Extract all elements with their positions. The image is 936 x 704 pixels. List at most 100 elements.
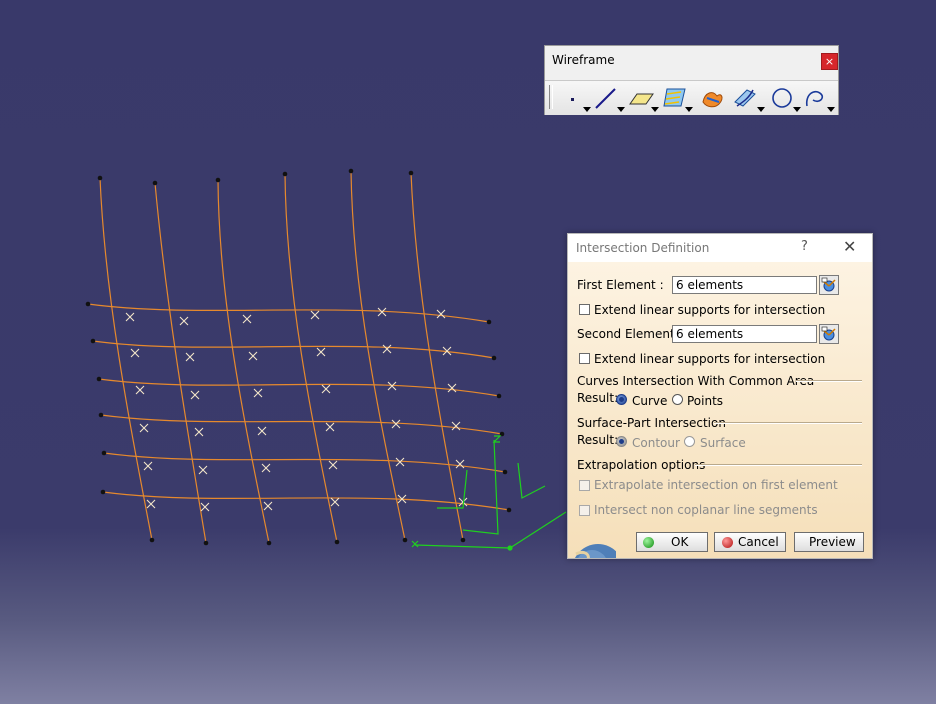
h-curve[interactable] bbox=[92, 340, 495, 359]
close-button[interactable]: ✕ bbox=[843, 237, 856, 256]
intersection-point-mark[interactable] bbox=[242, 314, 252, 324]
intersection-point-mark[interactable] bbox=[143, 461, 153, 471]
chevron-down-icon[interactable] bbox=[827, 107, 835, 112]
intersection-point-mark[interactable] bbox=[253, 388, 263, 398]
intersection-point-mark[interactable] bbox=[125, 312, 135, 322]
intersection-point-mark[interactable] bbox=[139, 423, 149, 433]
intersection-point-mark[interactable] bbox=[200, 502, 210, 512]
toolbar-close-button[interactable]: × bbox=[821, 53, 838, 70]
intersection-point-mark[interactable] bbox=[263, 501, 273, 511]
intersection-point-mark[interactable] bbox=[130, 348, 140, 358]
points-radio[interactable] bbox=[672, 394, 683, 405]
chevron-down-icon[interactable] bbox=[793, 107, 801, 112]
curve-endpoint[interactable] bbox=[506, 507, 512, 513]
intersection-point-mark[interactable] bbox=[321, 384, 331, 394]
curve-endpoint[interactable] bbox=[348, 168, 354, 174]
preview-button[interactable]: Preview bbox=[794, 532, 864, 552]
intersection-point-mark[interactable] bbox=[447, 383, 457, 393]
curve-endpoint[interactable] bbox=[149, 537, 155, 543]
intersection-point-mark[interactable] bbox=[190, 390, 200, 400]
curve-endpoint[interactable] bbox=[408, 170, 414, 176]
curve-radio[interactable] bbox=[616, 394, 627, 405]
h-curve[interactable] bbox=[103, 452, 506, 473]
curve-endpoint[interactable] bbox=[85, 301, 91, 307]
intersection-point-mark[interactable] bbox=[395, 457, 405, 467]
first-element-selector-button[interactable] bbox=[819, 275, 839, 295]
intersection-point-mark[interactable] bbox=[257, 426, 267, 436]
curve-endpoint[interactable] bbox=[496, 393, 502, 399]
intersection-point-mark[interactable] bbox=[261, 463, 271, 473]
curve-endpoint[interactable] bbox=[460, 537, 466, 543]
extend-second-checkbox[interactable] bbox=[579, 353, 590, 364]
circle-button[interactable] bbox=[767, 84, 801, 112]
curve-endpoint[interactable] bbox=[97, 175, 103, 181]
curve-endpoint[interactable] bbox=[491, 355, 497, 361]
intersection-point-mark[interactable] bbox=[328, 460, 338, 470]
intersection-point-mark[interactable] bbox=[455, 459, 465, 469]
intersection-point-mark[interactable] bbox=[310, 310, 320, 320]
toolbar-grip[interactable] bbox=[549, 85, 553, 109]
intersection-point-mark[interactable] bbox=[377, 307, 387, 317]
line-button[interactable] bbox=[591, 84, 625, 112]
curve-endpoint[interactable] bbox=[152, 180, 158, 186]
curve-endpoint[interactable] bbox=[100, 489, 106, 495]
curve-endpoint[interactable] bbox=[282, 171, 288, 177]
v-curve[interactable] bbox=[284, 173, 338, 543]
intersection-point-mark[interactable] bbox=[382, 344, 392, 354]
curve-endpoint[interactable] bbox=[203, 540, 209, 546]
extrapolate-checkbox[interactable] bbox=[579, 480, 590, 491]
curve-endpoint[interactable] bbox=[266, 540, 272, 546]
v-curve[interactable] bbox=[99, 177, 153, 541]
chevron-down-icon[interactable] bbox=[617, 107, 625, 112]
intersection-point-mark[interactable] bbox=[330, 497, 340, 507]
intersection-point-mark[interactable] bbox=[391, 419, 401, 429]
intersection-point-mark[interactable] bbox=[451, 421, 461, 431]
spline-button[interactable] bbox=[801, 84, 835, 112]
curve-endpoint[interactable] bbox=[101, 450, 107, 456]
projection-button[interactable] bbox=[659, 84, 693, 112]
h-curve[interactable] bbox=[102, 491, 510, 511]
second-element-field[interactable]: 6 elements bbox=[672, 325, 817, 343]
offset-curve-button[interactable] bbox=[731, 84, 765, 112]
v-curve[interactable] bbox=[350, 170, 406, 541]
curve-endpoint[interactable] bbox=[502, 469, 508, 475]
surface-radio[interactable] bbox=[684, 436, 695, 447]
cancel-button[interactable]: Cancel bbox=[714, 532, 786, 552]
v-curve[interactable] bbox=[217, 179, 270, 544]
intersection-point-mark[interactable] bbox=[316, 347, 326, 357]
v-curve[interactable] bbox=[154, 182, 207, 544]
chevron-down-icon[interactable] bbox=[685, 107, 693, 112]
intersection-point-mark[interactable] bbox=[248, 351, 258, 361]
curve-endpoint[interactable] bbox=[90, 338, 96, 344]
intersection-point-mark[interactable] bbox=[194, 427, 204, 437]
dialog-titlebar[interactable]: Intersection Definition ? ✕ bbox=[568, 234, 872, 262]
curve-endpoint[interactable] bbox=[215, 177, 221, 183]
first-element-field[interactable]: 6 elements bbox=[672, 276, 817, 294]
plane-button[interactable] bbox=[625, 84, 659, 112]
curve-endpoint[interactable] bbox=[98, 412, 104, 418]
intersection-point-mark[interactable] bbox=[185, 352, 195, 362]
intersection-point-mark[interactable] bbox=[135, 385, 145, 395]
help-button[interactable]: ? bbox=[801, 239, 808, 254]
chevron-down-icon[interactable] bbox=[651, 107, 659, 112]
intersection-point-mark[interactable] bbox=[198, 465, 208, 475]
second-element-selector-button[interactable] bbox=[819, 324, 839, 344]
point-button[interactable] bbox=[557, 84, 591, 112]
chevron-down-icon[interactable] bbox=[757, 107, 765, 112]
ok-button[interactable]: OK bbox=[636, 532, 708, 552]
intersection-point-mark[interactable] bbox=[436, 309, 446, 319]
h-curve[interactable] bbox=[98, 378, 500, 397]
intersection-point-mark[interactable] bbox=[146, 499, 156, 509]
extend-first-checkbox[interactable] bbox=[579, 304, 590, 315]
non-coplanar-checkbox[interactable] bbox=[579, 505, 590, 516]
curve-endpoint[interactable] bbox=[334, 539, 340, 545]
h-curve[interactable] bbox=[87, 303, 490, 323]
intersection-point-mark[interactable] bbox=[179, 316, 189, 326]
curve-endpoint[interactable] bbox=[402, 537, 408, 543]
v-curve[interactable] bbox=[410, 172, 464, 541]
intersection-button[interactable] bbox=[697, 84, 731, 112]
intersection-point-mark[interactable] bbox=[325, 422, 335, 432]
contour-radio[interactable] bbox=[616, 436, 627, 447]
curve-endpoint[interactable] bbox=[96, 376, 102, 382]
curve-endpoint[interactable] bbox=[486, 319, 492, 325]
